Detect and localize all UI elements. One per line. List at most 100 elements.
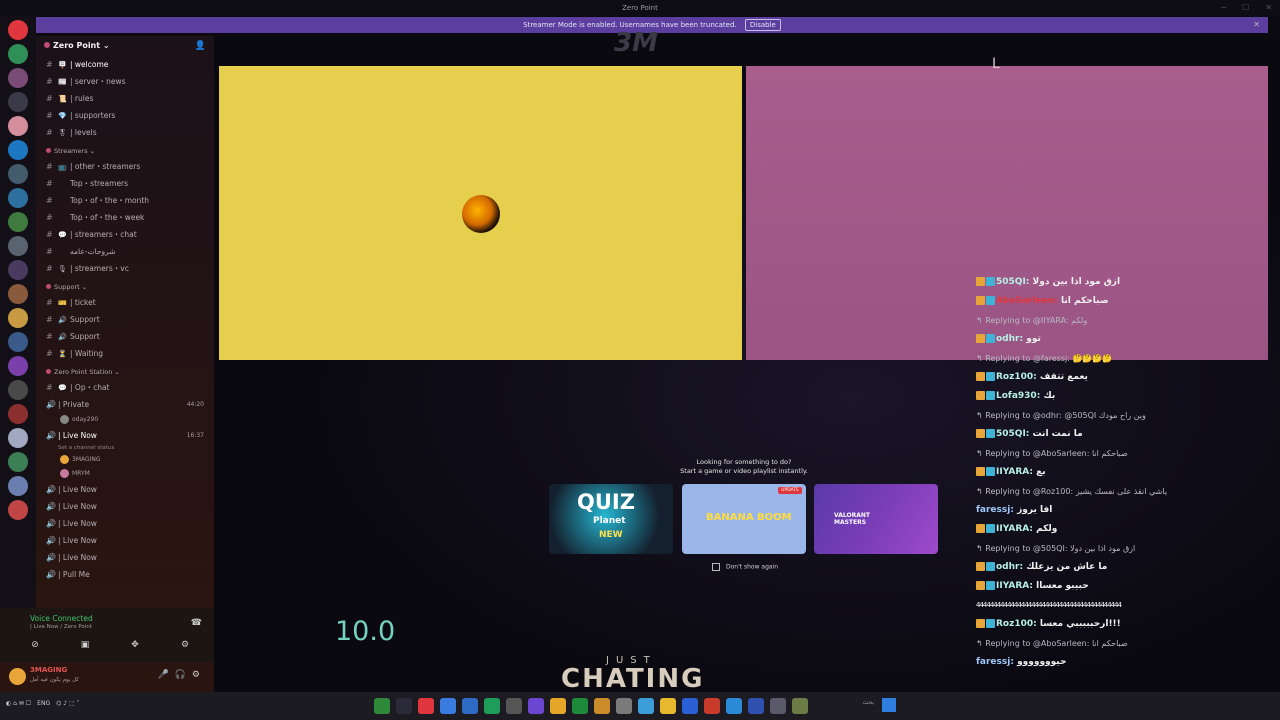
channel-category[interactable]: Zero Point Station ⌄ bbox=[36, 362, 214, 379]
server-icon[interactable] bbox=[8, 260, 28, 280]
server-icon[interactable] bbox=[8, 380, 28, 400]
camera-icon[interactable]: ⊘ bbox=[20, 640, 50, 654]
add-member-icon[interactable]: 👤 bbox=[195, 36, 206, 56]
voice-connected-sub[interactable]: | Live Now / Zero Point bbox=[30, 624, 92, 630]
minimize-icon[interactable]: ─ bbox=[1221, 0, 1226, 16]
server-icon[interactable] bbox=[8, 188, 28, 208]
settings-icon[interactable]: ⚙ bbox=[192, 670, 206, 680]
channel-category[interactable]: Streamers ⌄ bbox=[36, 141, 214, 158]
channel-item[interactable]: # Top・of・the・month bbox=[36, 192, 214, 209]
app-icon[interactable] bbox=[704, 698, 720, 714]
channel-item[interactable]: # 🎫 | ticket bbox=[36, 294, 214, 311]
chrome-icon[interactable] bbox=[550, 698, 566, 714]
voice-channel[interactable]: 🔊 | Live Now bbox=[36, 549, 214, 566]
server-icon[interactable] bbox=[8, 500, 28, 520]
windows-start-icon[interactable] bbox=[882, 698, 896, 712]
app-icon[interactable] bbox=[594, 698, 610, 714]
app-icon[interactable] bbox=[616, 698, 632, 714]
disable-button[interactable]: Disable bbox=[744, 19, 781, 31]
server-icon[interactable] bbox=[8, 404, 28, 424]
channel-item[interactable]: # 🎙 | streamers・vc bbox=[36, 260, 214, 277]
server-icon[interactable] bbox=[8, 20, 28, 40]
voice-channel-live[interactable]: 🔊 | Live Now 16:37 bbox=[36, 427, 214, 444]
headset-icon[interactable]: 🎧 bbox=[175, 670, 192, 680]
server-icon[interactable] bbox=[8, 44, 28, 64]
channel-item[interactable]: # 📜 | rules bbox=[36, 90, 214, 107]
channel-item[interactable]: # Top・of・the・week bbox=[36, 209, 214, 226]
channel-item[interactable]: # 🔊 Support bbox=[36, 311, 214, 328]
app-icon[interactable] bbox=[748, 698, 764, 714]
banner-close-icon[interactable]: ✕ bbox=[1253, 17, 1260, 33]
server-icon[interactable] bbox=[8, 332, 28, 352]
xbox-icon[interactable] bbox=[374, 698, 390, 714]
voice-user[interactable]: oday290 bbox=[36, 413, 214, 427]
channel-item[interactable]: # شروحات-عامه bbox=[36, 243, 214, 260]
server-icon[interactable] bbox=[8, 140, 28, 160]
app-icon[interactable] bbox=[484, 698, 500, 714]
channel-item[interactable]: # 🔊 Support bbox=[36, 328, 214, 345]
channel-item[interactable]: # 🪧 | welcome bbox=[36, 56, 214, 73]
app-icon[interactable] bbox=[440, 698, 456, 714]
excel-icon[interactable] bbox=[572, 698, 588, 714]
server-icon[interactable] bbox=[8, 476, 28, 496]
server-icon[interactable] bbox=[8, 284, 28, 304]
close-icon[interactable]: ✕ bbox=[1265, 0, 1272, 16]
channel-item[interactable]: # 💬 | Op・chat bbox=[36, 379, 214, 396]
discord-icon[interactable] bbox=[396, 698, 412, 714]
activity-tile-valorant[interactable]: VALORANT MASTERS bbox=[814, 484, 938, 554]
tray-icons-2[interactable]: ⌬ ♪ ⬚ ˄ bbox=[56, 700, 79, 707]
server-icon[interactable] bbox=[8, 452, 28, 472]
voice-channel[interactable]: 🔊 | Live Now bbox=[36, 498, 214, 515]
store-icon[interactable] bbox=[682, 698, 698, 714]
server-icon[interactable] bbox=[8, 308, 28, 328]
maximize-icon[interactable]: ☐ bbox=[1242, 0, 1249, 16]
activity-tile-quiz[interactable]: QUIZ Planet NEW bbox=[549, 484, 673, 554]
server-icon[interactable] bbox=[8, 428, 28, 448]
channel-item[interactable]: # ⏳ | Waiting bbox=[36, 345, 214, 362]
server-icon[interactable] bbox=[8, 116, 28, 136]
checkbox[interactable] bbox=[712, 563, 720, 571]
screenshare-icon[interactable]: ▣ bbox=[70, 640, 100, 654]
channel-item[interactable]: # 📺 | other・streamers bbox=[36, 158, 214, 175]
brave-icon[interactable] bbox=[418, 698, 434, 714]
activity-icon[interactable]: ✥ bbox=[120, 640, 150, 654]
server-icon[interactable] bbox=[8, 164, 28, 184]
server-icon[interactable] bbox=[8, 236, 28, 256]
app-icon[interactable] bbox=[770, 698, 786, 714]
dont-show-again[interactable]: Don't show again bbox=[712, 563, 778, 571]
channel-item[interactable]: # 🎖 | levels bbox=[36, 124, 214, 141]
channel-category[interactable]: Support ⌄ bbox=[36, 277, 214, 294]
voice-user[interactable]: 3MAGING bbox=[36, 453, 214, 467]
server-name-header[interactable]: Zero Point ⌄ 👤 bbox=[36, 36, 214, 56]
channel-item[interactable]: # 📰 | server・news bbox=[36, 73, 214, 90]
activity-tile-banana[interactable]: UPDATE BANANA BOOM bbox=[682, 484, 806, 554]
channel-status[interactable]: Set a channel status bbox=[36, 444, 214, 453]
server-icon[interactable] bbox=[8, 212, 28, 232]
voice-channel-private[interactable]: 🔊 | Private 44:20 bbox=[36, 396, 214, 413]
app-icon[interactable] bbox=[638, 698, 654, 714]
server-icon[interactable] bbox=[8, 68, 28, 88]
disconnect-icon[interactable]: ☎ bbox=[191, 618, 202, 628]
soundboard-icon[interactable]: ⚙ bbox=[170, 640, 200, 654]
mic-icon[interactable]: 🎤 bbox=[157, 670, 174, 680]
folder-icon[interactable] bbox=[660, 698, 676, 714]
voice-channel[interactable]: 🔊 | Live Now bbox=[36, 532, 214, 549]
avatar[interactable] bbox=[9, 668, 26, 685]
voice-channel[interactable]: 🔊 | Pull Me bbox=[36, 566, 214, 583]
server-icon[interactable] bbox=[8, 92, 28, 112]
channel-item[interactable]: # 💬 | streamers・chat bbox=[36, 226, 214, 243]
voice-channel[interactable]: 🔊 | Live Now bbox=[36, 515, 214, 532]
app-icon[interactable] bbox=[528, 698, 544, 714]
app-icon[interactable] bbox=[462, 698, 478, 714]
edge-icon[interactable] bbox=[726, 698, 742, 714]
language-indicator[interactable]: ENG bbox=[37, 700, 50, 707]
voice-channel[interactable]: 🔊 | Live Now bbox=[36, 481, 214, 498]
tray-icons[interactable]: ◐ ⌂ ✉ ☐ bbox=[6, 700, 31, 707]
server-icon[interactable] bbox=[8, 356, 28, 376]
voice-user[interactable]: MRYM bbox=[36, 467, 214, 481]
taskbar-search[interactable]: بحث bbox=[800, 699, 874, 713]
app-icon[interactable] bbox=[506, 698, 522, 714]
channel-item[interactable]: # Top・streamers bbox=[36, 175, 214, 192]
channel-item[interactable]: # 💎 | supporters bbox=[36, 107, 214, 124]
user-name[interactable]: 3MAGING bbox=[30, 666, 67, 674]
